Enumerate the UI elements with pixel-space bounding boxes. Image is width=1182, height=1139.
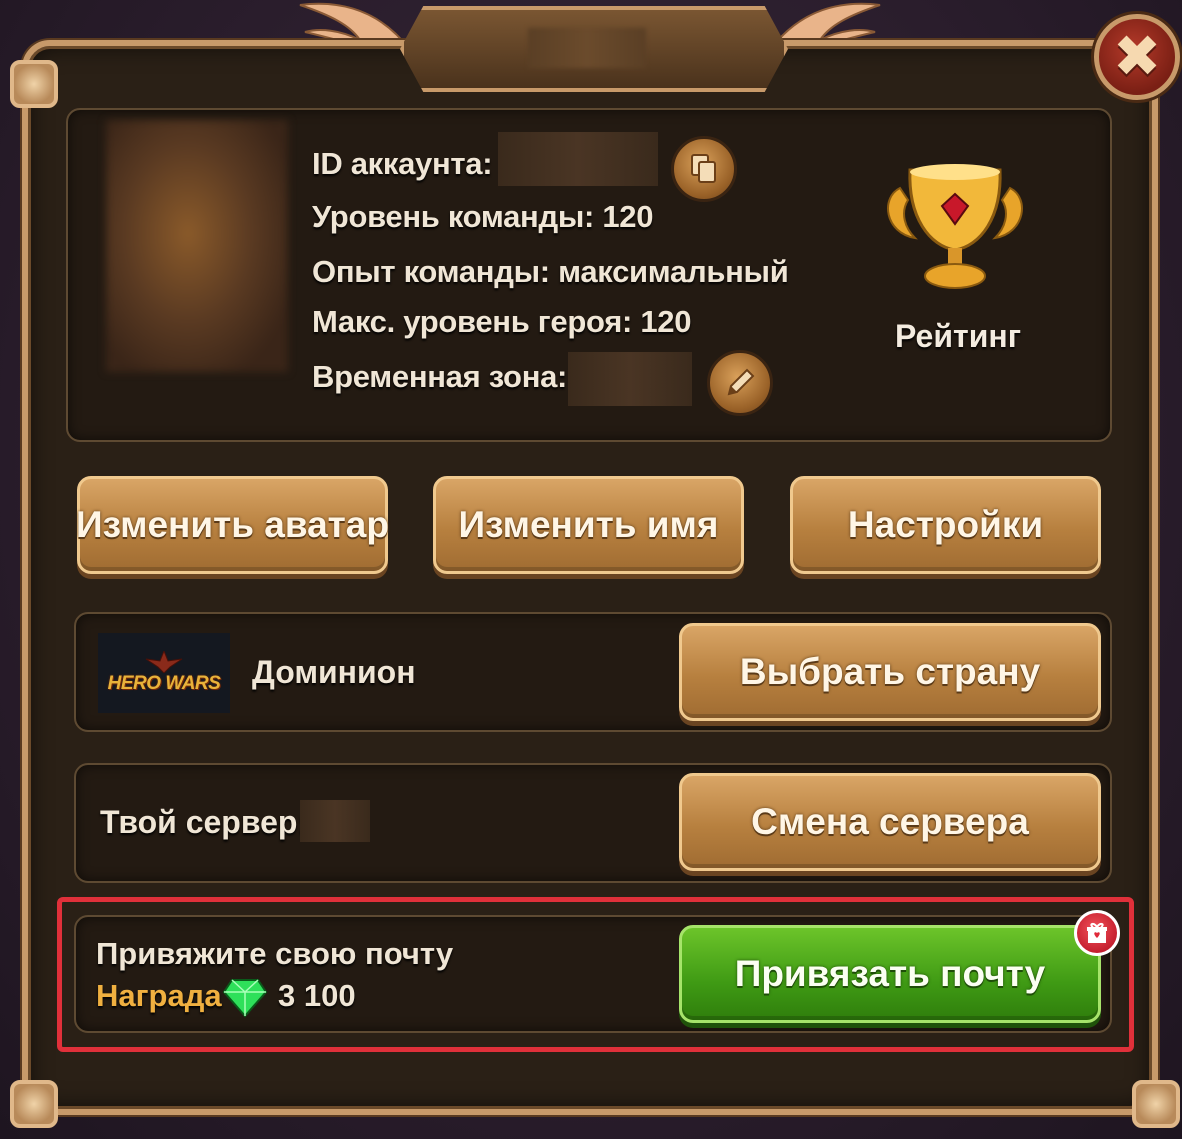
logo-text: HERO WARS [107, 673, 221, 694]
server-label: Твой сервер: [100, 804, 309, 840]
account-id-label: ID аккаунта: [312, 146, 493, 181]
rating-label[interactable]: Рейтинг [895, 318, 1021, 355]
frame-corner-ornament [10, 1080, 58, 1128]
title-redacted [528, 28, 646, 68]
team-exp-label: Опыт команды: максимальный [312, 254, 789, 289]
highlight-box [57, 897, 1134, 1052]
account-id-value-redacted [498, 132, 658, 186]
change-avatar-button[interactable]: Изменить аватар [76, 476, 389, 574]
trophy-icon[interactable] [880, 158, 1030, 298]
helmet-emblem-icon [145, 651, 183, 673]
close-icon: ✖ [1112, 24, 1162, 89]
copy-icon [691, 154, 716, 183]
country-name: Доминион [252, 654, 416, 690]
edit-timezone-button[interactable] [707, 350, 773, 416]
timezone-value-redacted [568, 352, 692, 406]
team-level-label: Уровень команды: 120 [312, 199, 654, 234]
copy-id-button[interactable] [671, 136, 737, 202]
change-server-button[interactable]: Смена сервера [679, 773, 1101, 871]
settings-button[interactable]: Настройки [790, 476, 1101, 574]
timezone-label: Временная зона: [312, 359, 568, 394]
pencil-icon [727, 368, 755, 396]
change-name-button[interactable]: Изменить имя [433, 476, 744, 574]
server-value-redacted [300, 800, 370, 842]
close-button[interactable]: ✖ [1094, 14, 1180, 100]
max-hero-level-label: Макс. уровень героя: 120 [312, 304, 692, 339]
frame-corner-ornament [1132, 1080, 1180, 1128]
hero-wars-logo: HERO WARS [98, 633, 230, 713]
avatar[interactable] [106, 120, 288, 372]
select-country-button[interactable]: Выбрать страну [679, 623, 1101, 721]
frame-corner-ornament [10, 60, 58, 108]
